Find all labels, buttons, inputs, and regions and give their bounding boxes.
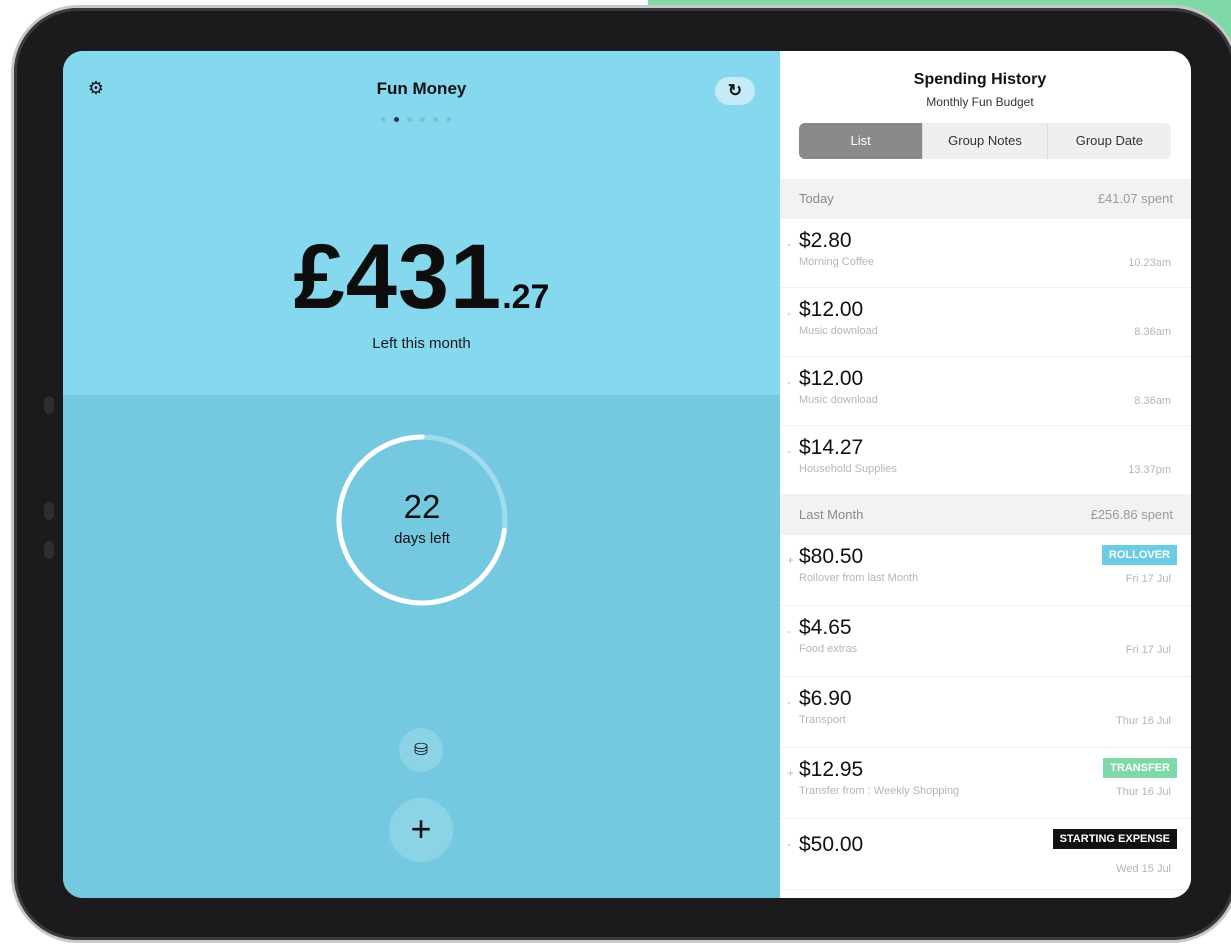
transaction-note: Morning Coffee <box>799 256 875 268</box>
plus-icon: + <box>410 808 432 849</box>
page-indicator[interactable] <box>381 117 451 122</box>
transaction-row[interactable]: - $6.90 Thur 16 Jul Transport <box>780 677 1191 748</box>
database-icon[interactable]: ⛁ <box>399 728 443 772</box>
transaction-amount: $80.50 <box>799 545 864 568</box>
page-dot[interactable] <box>394 117 399 122</box>
transaction-sign: - <box>787 695 791 709</box>
transaction-time: Thur 16 Jul <box>1115 715 1171 727</box>
remaining-amount-cents: .27 <box>502 278 550 316</box>
transaction-badge: ROLLOVER <box>1101 545 1177 565</box>
transaction-time: Fri 17 Jul <box>1125 573 1171 585</box>
transaction-amount: $14.27 <box>799 436 864 459</box>
transaction-amount: $12.95 <box>799 758 864 781</box>
transaction-badge: STARTING EXPENSE <box>1052 829 1177 849</box>
transaction-note: Rollover from last Month <box>799 572 919 584</box>
transaction-row[interactable]: - $2.80 10.23am Morning Coffee <box>780 219 1191 288</box>
transaction-sign: + <box>787 553 795 567</box>
budget-title: Fun Money <box>376 79 467 98</box>
remaining-amount: £431.27 <box>63 225 780 330</box>
segment-group-date[interactable]: Group Date <box>1046 123 1171 159</box>
transaction-note: Transfer from : Weekly Shopping <box>799 785 960 797</box>
transaction-row[interactable]: - $12.00 8.36am Music download <box>780 288 1191 357</box>
transaction-note: Music download <box>799 394 878 406</box>
transaction-sign: - <box>787 444 791 458</box>
segment-group-notes[interactable]: Group Notes <box>922 123 1046 159</box>
transaction-sign: - <box>787 837 791 851</box>
transaction-row[interactable]: - $50.00 Wed 15 Jul STARTING EXPENSE <box>780 819 1191 890</box>
section-header: Today £41.07 spent <box>780 179 1191 219</box>
transaction-sign: + <box>787 766 795 780</box>
transaction-amount: $2.80 <box>799 229 852 252</box>
transaction-time: 10.23am <box>1128 257 1171 269</box>
transaction-note: Music download <box>799 325 878 337</box>
page-dot[interactable] <box>433 117 438 122</box>
transaction-amount: $12.00 <box>799 367 864 390</box>
spending-history-title: Spending History <box>913 71 1047 88</box>
side-button <box>44 396 54 414</box>
transaction-time: Wed 15 Jul <box>1116 863 1171 875</box>
transaction-amount: $6.90 <box>799 687 852 710</box>
remaining-amount-label: Left this month <box>372 335 471 352</box>
budget-panel: ⚙ Fun Money ↻ £431.27 Left this month 22… <box>63 51 780 898</box>
transaction-sign: - <box>787 306 791 320</box>
days-left-label: days left <box>394 530 450 547</box>
page-dot[interactable] <box>381 117 386 122</box>
transaction-amount: $50.00 <box>799 833 864 856</box>
section-label: Last Month <box>799 507 864 522</box>
transaction-time: Thur 16 Jul <box>1115 786 1171 798</box>
spending-history-panel: Spending History Monthly Fun Budget List… <box>780 51 1191 898</box>
remaining-amount-whole: £431 <box>293 226 503 328</box>
section-total: £41.07 spent <box>1097 191 1173 206</box>
section-total: £256.86 spent <box>1090 507 1173 522</box>
refresh-icon[interactable]: ↻ <box>715 77 755 105</box>
transaction-amount: $4.65 <box>799 616 852 639</box>
transaction-row[interactable]: - $14.27 13.37pm Household Supplies <box>780 426 1191 495</box>
side-button <box>44 541 54 559</box>
transaction-time: 13.37pm <box>1128 464 1171 476</box>
transaction-sign: - <box>787 375 791 389</box>
section-label: Today <box>799 191 834 206</box>
days-left-count: 22 <box>403 488 441 525</box>
page-dot[interactable] <box>407 117 412 122</box>
transaction-amount: $12.00 <box>799 298 864 321</box>
view-segmented-control: List Group Notes Group Date <box>799 123 1171 159</box>
transaction-time: 8.36am <box>1134 326 1171 338</box>
transaction-note: Food extras <box>799 643 858 655</box>
section-header: Last Month £256.86 spent <box>780 495 1191 535</box>
transaction-sign: - <box>787 237 791 251</box>
side-button <box>44 502 54 520</box>
transaction-badge: TRANSFER <box>1103 758 1177 778</box>
page-dot[interactable] <box>446 117 451 122</box>
transaction-time: Fri 17 Jul <box>1125 644 1171 656</box>
transaction-sign: - <box>787 624 791 638</box>
add-expense-button[interactable]: + <box>389 798 453 862</box>
transaction-note: Transport <box>799 714 846 726</box>
transaction-note: Household Supplies <box>799 463 897 475</box>
page-dot[interactable] <box>420 117 425 122</box>
transaction-row[interactable]: - $4.65 Fri 17 Jul Food extras <box>780 606 1191 677</box>
transaction-list[interactable]: Today £41.07 spent - $2.80 10.23am Morning Co… <box>780 179 1191 890</box>
app-screen: ⚙ Fun Money ↻ £431.27 Left this month 22… <box>63 51 1191 898</box>
spending-history-subtitle: Monthly Fun Budget <box>926 95 1034 109</box>
transaction-time: 8.36am <box>1134 395 1171 407</box>
transaction-row[interactable]: + $80.50 Fri 17 Jul Rollover from last Mont… <box>780 535 1191 606</box>
transaction-row[interactable]: + $12.95 Thur 16 Jul Transfer from : Weekly… <box>780 748 1191 819</box>
transaction-row[interactable]: - $12.00 8.36am Music download <box>780 357 1191 426</box>
segment-list[interactable]: List <box>799 123 923 159</box>
